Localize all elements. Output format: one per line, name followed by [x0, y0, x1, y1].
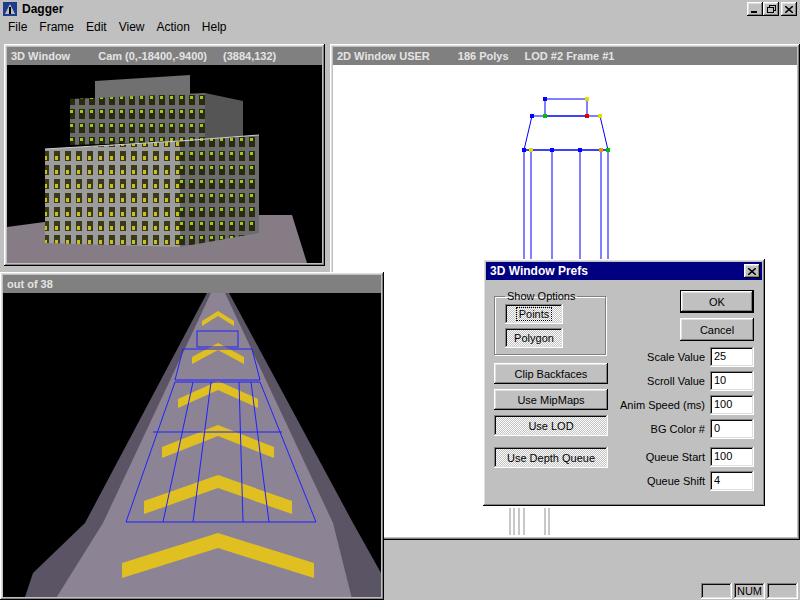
- texture-window[interactable]: out of 38: [0, 272, 384, 600]
- show-options-group: Show Options Points Polygon: [494, 290, 606, 355]
- field-label: Anim Speed (ms): [616, 399, 705, 411]
- vertex-point[interactable]: [550, 148, 554, 152]
- prefs-dialog: 3D Window Prefs Show Options Points Polygon…: [483, 259, 765, 506]
- options-column: Show Options Points Polygon Clip Backfaces U…: [494, 290, 610, 497]
- field-input[interactable]: 100: [710, 447, 754, 467]
- field-input[interactable]: 25: [710, 347, 754, 367]
- field-label: Queue Shift: [616, 475, 705, 487]
- field-row: Queue Start 100: [616, 447, 754, 467]
- minimize-button[interactable]: [747, 2, 763, 16]
- dialog-title-bar[interactable]: 3D Window Prefs: [486, 262, 762, 280]
- menu-item[interactable]: File: [2, 18, 33, 37]
- vertex-point[interactable]: [543, 114, 547, 118]
- field-label: Scale Value: [616, 351, 705, 363]
- vertex-point[interactable]: [529, 148, 533, 152]
- mdi-area: 3D Window Cam (0,-18400,-9400) (3884,132) 2…: [0, 37, 800, 582]
- menu-item[interactable]: Frame: [33, 18, 80, 37]
- field-label: Queue Start: [616, 451, 705, 463]
- field-input[interactable]: 100: [710, 395, 754, 415]
- close-icon: [748, 268, 756, 275]
- vertex-point[interactable]: [599, 148, 603, 152]
- vertex-point[interactable]: [606, 148, 610, 152]
- dialog-title: 3D Window Prefs: [490, 264, 588, 278]
- window-info: (3884,132): [223, 50, 276, 62]
- toggle-button[interactable]: Clip Backfaces: [494, 363, 608, 384]
- window-title-bar[interactable]: 3D Window Cam (0,-18400,-9400) (3884,132): [7, 47, 322, 65]
- app-icon: [2, 1, 18, 17]
- menu-bar: FileFrameEditViewActionHelp: [0, 18, 800, 37]
- field-input[interactable]: 0: [710, 419, 754, 439]
- group-label: Show Options: [505, 290, 577, 302]
- minimize-icon: [751, 6, 759, 13]
- toggle-button[interactable]: Use MipMaps: [494, 389, 608, 410]
- show-option-button[interactable]: Points: [505, 304, 563, 324]
- vertex-point[interactable]: [598, 114, 602, 118]
- restore-icon: [767, 5, 776, 13]
- field-label: BG Color #: [616, 423, 705, 435]
- app-window: DaggerFileFrameEditViewActionHelp3D Wind…: [0, 0, 800, 600]
- dialog-body: Show Options Points Polygon Clip Backfaces U…: [486, 280, 762, 503]
- render-view[interactable]: [7, 65, 322, 263]
- field-row: Queue Shift 4: [616, 471, 754, 491]
- render-canvas[interactable]: [7, 65, 322, 263]
- window-title: out of 38: [7, 278, 53, 290]
- status-panel: [701, 583, 732, 599]
- menu-item[interactable]: Edit: [80, 18, 113, 37]
- field-group: Scale Value 25 Scroll Value 10 Anim Speed (m…: [616, 347, 754, 439]
- show-option-button[interactable]: Polygon: [505, 328, 563, 348]
- status-panel: [767, 583, 798, 599]
- close-button[interactable]: [781, 2, 797, 16]
- values-column: OK Cancel Scale Value 25 Scroll Value 10 Anim …: [616, 290, 754, 497]
- window-info: 186 Polys: [458, 50, 509, 62]
- view3d-window[interactable]: 3D Window Cam (0,-18400,-9400) (3884,132): [4, 44, 325, 266]
- status-panel: NUM: [734, 583, 765, 599]
- close-icon: [785, 6, 793, 13]
- vertex-point[interactable]: [543, 97, 547, 101]
- window-info: LOD #2 Frame #1: [525, 50, 615, 62]
- caption-buttons: [747, 2, 797, 16]
- window-title-bar[interactable]: out of 38: [3, 275, 381, 293]
- window-title-bar[interactable]: 2D Window USER 186 Polys LOD #2 Frame #1: [333, 47, 797, 65]
- vertex-point[interactable]: [585, 114, 589, 118]
- toggle-list: Clip Backfaces Use MipMaps Use LOD Use Dept…: [494, 363, 610, 468]
- vertex-point[interactable]: [530, 114, 534, 118]
- field-label: Scroll Value: [616, 375, 705, 387]
- dialog-button[interactable]: Cancel: [680, 318, 754, 341]
- dialog-button[interactable]: OK: [680, 290, 754, 313]
- window-info: Cam (0,-18400,-9400): [98, 50, 207, 62]
- texture-canvas[interactable]: [3, 293, 381, 597]
- vertex-point[interactable]: [522, 148, 526, 152]
- toggle-button[interactable]: Use Depth Queue: [494, 447, 608, 468]
- field-row: Anim Speed (ms) 100: [616, 395, 754, 415]
- field-input[interactable]: 10: [710, 371, 754, 391]
- field-row: Scroll Value 10: [616, 371, 754, 391]
- menu-item[interactable]: Help: [196, 18, 233, 37]
- field-row: Scale Value 25: [616, 347, 754, 367]
- window-title: 3D Window: [11, 50, 70, 62]
- menu-item[interactable]: Action: [151, 18, 196, 37]
- app-title: Dagger: [22, 2, 743, 16]
- texture-view[interactable]: [3, 293, 381, 597]
- vertex-point[interactable]: [578, 148, 582, 152]
- menu-item[interactable]: View: [113, 18, 151, 37]
- title-bar: Dagger: [0, 0, 800, 18]
- window-title: 2D Window USER: [337, 50, 430, 62]
- field-groups: Scale Value 25 Scroll Value 10 Anim Speed (m…: [616, 347, 754, 491]
- dialog-buttons: OK Cancel: [616, 290, 754, 341]
- field-row: BG Color # 0: [616, 419, 754, 439]
- field-group: Queue Start 100 Queue Shift 4: [616, 447, 754, 491]
- restore-button[interactable]: [763, 2, 779, 16]
- field-input[interactable]: 4: [710, 471, 754, 491]
- vertex-point[interactable]: [585, 97, 589, 101]
- dialog-close-button[interactable]: [744, 264, 760, 278]
- toggle-button[interactable]: Use LOD: [494, 415, 608, 436]
